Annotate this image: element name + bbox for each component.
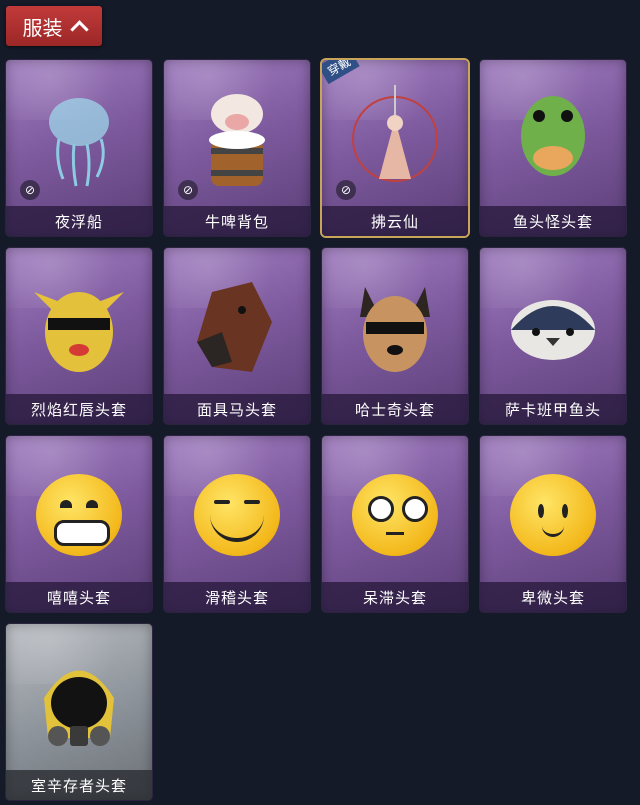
costume-card-2[interactable]: ⊘ 牛啤背包 bbox=[164, 60, 310, 236]
costume-card-13[interactable]: 室辛存者头套 bbox=[6, 624, 152, 800]
costume-grid: ⊘ 夜浮船 ⊘ 牛啤背包 穿戴 ⊘ 拂云仙 鱼头怪头套 烈焰红唇头套 面具马头套… bbox=[0, 0, 640, 805]
costume-card-10[interactable]: 滑稽头套 bbox=[164, 436, 310, 612]
hidden-icon: ⊘ bbox=[336, 180, 356, 200]
card-label: 萨卡班甲鱼头 bbox=[480, 394, 626, 424]
hidden-icon: ⊘ bbox=[178, 180, 198, 200]
costume-card-9[interactable]: 嘻嘻头套 bbox=[6, 436, 152, 612]
costume-card-3[interactable]: 穿戴 ⊘ 拂云仙 bbox=[322, 60, 468, 236]
fish-head-icon bbox=[493, 74, 613, 204]
husky-mask-icon bbox=[335, 262, 455, 392]
costume-card-7[interactable]: 哈士奇头套 bbox=[322, 248, 468, 424]
sacabambaspis-head-icon bbox=[493, 262, 613, 392]
gas-mask-helmet-icon bbox=[19, 638, 139, 768]
card-label: 滑稽头套 bbox=[164, 582, 310, 612]
card-label: 呆滞头套 bbox=[322, 582, 468, 612]
hidden-icon: ⊘ bbox=[20, 180, 40, 200]
costume-card-12[interactable]: 卑微头套 bbox=[480, 436, 626, 612]
card-label: 室辛存者头套 bbox=[6, 770, 152, 800]
card-label: 嘻嘻头套 bbox=[6, 582, 152, 612]
costume-card-8[interactable]: 萨卡班甲鱼头 bbox=[480, 248, 626, 424]
card-label: 鱼头怪头套 bbox=[480, 206, 626, 236]
smirk-emoji-icon bbox=[177, 450, 297, 580]
card-label: 烈焰红唇头套 bbox=[6, 394, 152, 424]
card-label: 牛啤背包 bbox=[164, 206, 310, 236]
horse-mask-icon bbox=[177, 262, 297, 392]
grin-emoji-icon bbox=[19, 450, 139, 580]
card-label: 面具马头套 bbox=[164, 394, 310, 424]
card-label: 夜浮船 bbox=[6, 206, 152, 236]
card-label: 哈士奇头套 bbox=[322, 394, 468, 424]
blank-stare-emoji-icon bbox=[335, 450, 455, 580]
costume-card-1[interactable]: ⊘ 夜浮船 bbox=[6, 60, 152, 236]
pikachu-mask-icon bbox=[19, 262, 139, 392]
card-label: 卑微头套 bbox=[480, 582, 626, 612]
costume-card-11[interactable]: 呆滞头套 bbox=[322, 436, 468, 612]
costume-card-4[interactable]: 鱼头怪头套 bbox=[480, 60, 626, 236]
shy-emoji-icon bbox=[493, 450, 613, 580]
card-label: 拂云仙 bbox=[322, 206, 468, 236]
costume-card-6[interactable]: 面具马头套 bbox=[164, 248, 310, 424]
costume-card-5[interactable]: 烈焰红唇头套 bbox=[6, 248, 152, 424]
